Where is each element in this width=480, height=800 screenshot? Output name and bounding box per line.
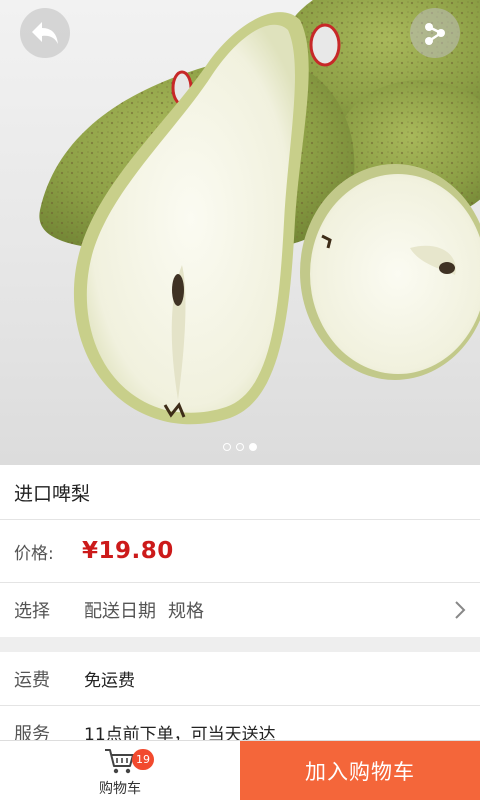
cart-label: 购物车	[99, 781, 141, 797]
cart-button[interactable]: 19 购物车	[0, 741, 240, 800]
share-button[interactable]	[410, 8, 460, 58]
product-title: 进口啤梨	[14, 482, 91, 505]
carousel-dot[interactable]	[236, 443, 244, 451]
shipping-label: 运费	[14, 669, 50, 691]
add-to-cart-button[interactable]: 加入购物车	[240, 741, 480, 800]
carousel-dot[interactable]	[223, 443, 231, 451]
price-row: 价格: ¥19.80	[0, 519, 480, 583]
carousel-dot-active[interactable]	[249, 443, 257, 451]
pear-photo	[39, 0, 480, 425]
price-value: ¥19.80	[82, 538, 174, 564]
product-image-carousel[interactable]	[0, 0, 480, 465]
bottom-action-bar: 19 购物车 加入购物车	[0, 740, 480, 800]
select-option-spec: 规格	[168, 601, 204, 622]
back-arrow-icon	[32, 22, 58, 44]
shipping-row: 运费 免运费	[0, 652, 480, 706]
share-icon	[425, 23, 445, 45]
carousel-indicator	[0, 443, 480, 451]
price-label: 价格:	[14, 543, 54, 564]
back-button[interactable]	[20, 8, 70, 58]
select-options-row[interactable]: 选择 配送日期 规格	[0, 583, 480, 637]
select-label: 选择	[14, 601, 50, 622]
product-title-row: 进口啤梨	[0, 465, 480, 519]
cart-count-badge: 19	[132, 749, 154, 770]
select-option-delivery-date: 配送日期	[84, 601, 156, 622]
cart-icon-wrap	[104, 747, 136, 779]
shipping-value: 免运费	[84, 671, 135, 691]
chevron-right-icon	[455, 601, 466, 619]
